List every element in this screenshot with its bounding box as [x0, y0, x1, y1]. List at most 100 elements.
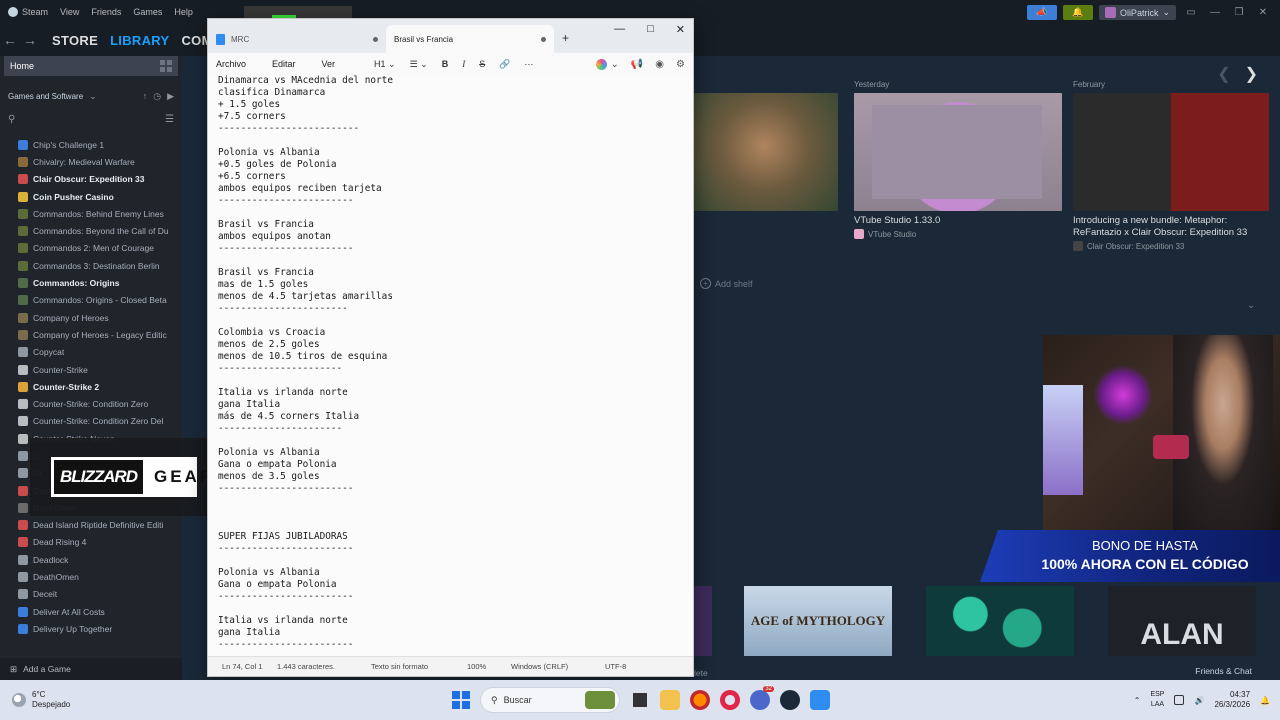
game-tile-alan[interactable]: ALAN: [1108, 586, 1256, 656]
maximize-button[interactable]: ❐: [1230, 7, 1248, 18]
italic-icon[interactable]: I: [462, 59, 465, 69]
forward-arrow-icon[interactable]: →: [20, 32, 40, 48]
store-tab[interactable]: STORE: [52, 33, 98, 48]
opera-icon[interactable]: [720, 690, 740, 710]
announcements-button[interactable]: 📣: [1026, 5, 1057, 20]
bold-icon[interactable]: B: [442, 59, 449, 69]
more-icon[interactable]: ⋯: [524, 59, 533, 70]
chevron-up-icon[interactable]: ⌃: [1134, 696, 1141, 705]
minimize-button[interactable]: —: [1206, 7, 1224, 18]
windows-start-icon[interactable]: [452, 691, 470, 709]
game-list-item[interactable]: Counter-Strike: Condition Zero: [0, 395, 182, 412]
new-tab-button[interactable]: +: [562, 31, 569, 45]
notification-bell-icon[interactable]: 🔔: [1260, 696, 1270, 705]
notepad-text-area[interactable]: Dinamarca vs MAcednia del norte clasifica…: [208, 75, 693, 656]
notifications-button[interactable]: 🔔: [1062, 5, 1093, 20]
taskbar-search[interactable]: ⚲ Buscar: [480, 687, 620, 713]
home-button[interactable]: Home: [4, 56, 178, 76]
gear-icon[interactable]: ⚙: [676, 59, 685, 70]
game-list-item[interactable]: Commandos: Beyond the Call of Du: [0, 222, 182, 239]
close-button[interactable]: ✕: [1254, 7, 1272, 18]
game-list-item[interactable]: Deadlock: [0, 551, 182, 568]
unsaved-dot-icon[interactable]: [373, 36, 378, 42]
filter-icon[interactable]: ☰: [165, 114, 174, 125]
add-game-button[interactable]: ⊞ Add a Game: [0, 658, 182, 680]
steam-icon[interactable]: [780, 690, 800, 710]
unsaved-dot-icon[interactable]: [541, 36, 546, 42]
close-button[interactable]: ✕: [676, 23, 685, 36]
tab-mrc[interactable]: MRC: [208, 25, 386, 53]
network-icon[interactable]: [1174, 695, 1185, 705]
volume-icon[interactable]: 🔊: [1194, 696, 1204, 705]
friends-menu[interactable]: Friends: [85, 7, 127, 17]
game-list-item[interactable]: Delivery Up Together: [0, 620, 182, 637]
game-list-item[interactable]: Copycat: [0, 344, 182, 361]
game-list-item[interactable]: Chip's Challenge 1: [0, 136, 182, 153]
zoom-level: 100%: [467, 662, 487, 671]
link-icon[interactable]: 🔗: [499, 59, 510, 70]
library-filter[interactable]: Games and Software ⌄ ↑ ◷ ▶: [0, 88, 182, 104]
steam-menu-item[interactable]: Steam: [0, 7, 54, 17]
notepad-icon[interactable]: [810, 690, 830, 710]
grid-view-icon[interactable]: [160, 60, 172, 72]
add-shelf-button[interactable]: + Add shelf: [700, 278, 753, 289]
game-list-item[interactable]: Clair Obscur: Expedition 33: [0, 171, 182, 188]
game-tile-age-of-mythology[interactable]: AGE of MYTHOLOGY: [744, 586, 892, 656]
game-list-item[interactable]: Company of Heroes - Legacy Editic: [0, 326, 182, 343]
back-arrow-icon[interactable]: ←: [0, 32, 20, 48]
game-list-item[interactable]: Counter-Strike: [0, 361, 182, 378]
game-list-item[interactable]: Counter-Strike: Condition Zero Del: [0, 413, 182, 430]
news-card[interactable]: VTube Studio 1.33.0 VTube Studio: [854, 93, 1062, 239]
game-list-item[interactable]: Dead Rising 4: [0, 534, 182, 551]
chevron-down-icon[interactable]: ⌄: [1247, 300, 1255, 311]
play-filter-icon[interactable]: ▶: [167, 91, 174, 102]
list-dropdown[interactable]: ☰ ⌄: [410, 59, 428, 70]
user-menu-button[interactable]: OliPatrick ⌄: [1098, 5, 1176, 20]
game-list-item[interactable]: Commandos 2: Men of Courage: [0, 240, 182, 257]
game-list-item[interactable]: Chivalry: Medieval Warfare: [0, 153, 182, 170]
game-list-item[interactable]: Commandos: Origins: [0, 274, 182, 291]
recent-clock-icon[interactable]: ◷: [153, 91, 161, 102]
tab-brasil-vs-francia[interactable]: Brasil vs Francia: [386, 25, 554, 53]
game-tile[interactable]: [926, 586, 1074, 656]
library-tab[interactable]: LIBRARY: [110, 33, 169, 48]
help-menu[interactable]: Help: [168, 7, 199, 17]
chevron-left-icon[interactable]: ❮: [1217, 64, 1230, 84]
file-explorer-icon[interactable]: [660, 690, 680, 710]
maximize-button[interactable]: □: [647, 23, 654, 36]
archivo-menu[interactable]: Archivo: [216, 59, 246, 69]
game-list-item[interactable]: Commandos: Origins - Closed Beta: [0, 292, 182, 309]
copilot-button[interactable]: ⌄: [596, 58, 619, 70]
game-list-item[interactable]: Deliver At All Costs: [0, 603, 182, 620]
search-icon[interactable]: ⚲: [8, 114, 15, 125]
games-menu[interactable]: Games: [127, 7, 168, 17]
firefox-icon[interactable]: [690, 690, 710, 710]
view-menu[interactable]: View: [54, 7, 85, 17]
weather-widget[interactable]: 6°C Despejado: [0, 690, 200, 710]
ver-menu[interactable]: Ver: [322, 59, 336, 69]
clock[interactable]: 04:37 26/3/2026: [1214, 690, 1250, 710]
language-indicator[interactable]: ESP LAA: [1150, 690, 1164, 710]
library-search[interactable]: ⚲ ☰: [0, 110, 182, 128]
game-list-item[interactable]: Commandos 3: Destination Berlin: [0, 257, 182, 274]
strikethrough-icon[interactable]: S: [479, 59, 485, 69]
sort-up-icon[interactable]: ↑: [143, 91, 148, 101]
chevron-right-icon[interactable]: ❯: [1245, 64, 1258, 84]
game-list-item[interactable]: Dead Island Riptide Definitive Editi: [0, 517, 182, 534]
discord-icon[interactable]: 32: [750, 686, 774, 710]
news-card[interactable]: Introducing a new bundle: Metaphor: ReFa…: [1073, 93, 1269, 251]
game-list-item[interactable]: Company of Heroes: [0, 309, 182, 326]
game-list-item[interactable]: Commandos: Behind Enemy Lines: [0, 205, 182, 222]
task-view-icon[interactable]: [630, 690, 650, 710]
account-icon[interactable]: ◉: [655, 59, 664, 70]
minimize-button[interactable]: —: [614, 23, 625, 36]
megaphone-icon[interactable]: 📢: [631, 59, 643, 70]
game-list-item[interactable]: Coin Pusher Casino: [0, 188, 182, 205]
heading-dropdown[interactable]: H1 ⌄: [374, 59, 396, 70]
friends-chat-button[interactable]: Friends & Chat: [1195, 666, 1252, 676]
game-list-item[interactable]: Counter-Strike 2: [0, 378, 182, 395]
screen-icon[interactable]: ▭: [1182, 7, 1200, 18]
game-list-item[interactable]: DeathOmen: [0, 568, 182, 585]
editar-menu[interactable]: Editar: [272, 59, 296, 69]
game-list-item[interactable]: Deceit: [0, 586, 182, 603]
